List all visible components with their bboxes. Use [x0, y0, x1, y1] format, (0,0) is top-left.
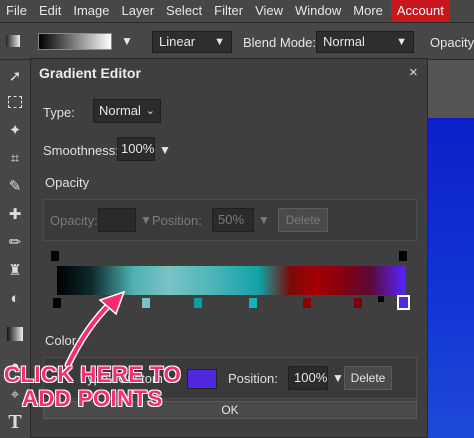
menu-image[interactable]: Image: [67, 0, 115, 22]
opacity-group: Opacity: ▼ Position: 50% ▼ Delete: [43, 199, 417, 241]
opacity-position-dropdown-icon[interactable]: ▼: [258, 213, 270, 227]
gradient-dropdown-icon[interactable]: ▼: [121, 34, 133, 48]
magic-wand-icon[interactable]: ✦: [3, 118, 27, 142]
gradient-preview[interactable]: [38, 33, 112, 50]
type-label: Type:: [43, 105, 75, 120]
stamp-tool-icon[interactable]: ♜: [3, 258, 27, 282]
menu-view[interactable]: View: [249, 0, 289, 22]
opacity-position-label: Position:: [152, 213, 202, 228]
color-stop-selected[interactable]: [397, 295, 410, 310]
menu-edit[interactable]: Edit: [33, 0, 67, 22]
blend-mode-select[interactable]: Normal ▼: [316, 31, 414, 53]
canvas-image-right: [428, 118, 474, 438]
color-stop[interactable]: [249, 298, 257, 308]
chevron-down-icon: ⌄: [145, 105, 155, 117]
gradient-tool-icon: [6, 35, 20, 47]
eyedropper-icon[interactable]: ✎: [3, 174, 27, 198]
color-position-dropdown-icon[interactable]: ▼: [332, 371, 344, 385]
color-stop[interactable]: [194, 298, 202, 308]
annotation-text-line2: ADD POINTS: [22, 386, 163, 411]
brush-tool-icon[interactable]: ✏: [3, 230, 27, 254]
smoothness-input[interactable]: 100%: [117, 137, 155, 161]
healing-tool-icon[interactable]: ✚: [3, 202, 27, 226]
opacity-section-label: Opacity: [45, 175, 90, 190]
chevron-down-icon: ▼: [396, 36, 407, 48]
opacity-stop-left[interactable]: [51, 251, 59, 261]
marquee-tool-icon[interactable]: [3, 90, 27, 114]
opacity-stop-input[interactable]: [98, 208, 136, 232]
type-value: Normal: [99, 103, 141, 118]
smoothness-label: Smoothness:: [43, 143, 119, 158]
menu-window[interactable]: Window: [289, 0, 347, 22]
color-position-label: Position:: [228, 371, 278, 386]
gradient-type-dropdown[interactable]: Normal ⌄: [93, 99, 161, 123]
blend-mode-label: Blend Mode:: [243, 35, 316, 50]
smoothness-value: 100%: [121, 141, 155, 156]
color-stop[interactable]: [303, 298, 311, 308]
opacity-dropdown-icon[interactable]: ▼: [140, 213, 152, 227]
opacity-position-input[interactable]: 50%: [212, 208, 254, 232]
move-tool-icon[interactable]: ➚: [3, 64, 27, 88]
opacity-stop-right[interactable]: [399, 251, 407, 261]
menu-layer[interactable]: Layer: [116, 0, 161, 22]
midpoint-marker[interactable]: [378, 296, 384, 302]
menu-select[interactable]: Select: [160, 0, 208, 22]
color-stop[interactable]: [53, 298, 61, 308]
annotation-text-line1: CLICK HERE TO: [4, 362, 182, 387]
gradient-tool-button[interactable]: [3, 322, 27, 346]
color-stop[interactable]: [142, 298, 150, 308]
tool-options-bar: ▼ Linear ▼ Blend Mode: Normal ▼ Opacity: [0, 22, 474, 60]
opacity-delete-button[interactable]: Delete: [278, 208, 328, 232]
smoothness-dropdown-icon[interactable]: ▼: [159, 143, 171, 157]
color-stop[interactable]: [354, 298, 362, 308]
color-position-input[interactable]: 100%: [288, 366, 328, 390]
gradient-type-value: Linear: [159, 34, 196, 49]
blend-mode-value: Normal: [323, 34, 365, 49]
opacity-label: Opacity: [430, 35, 474, 50]
gradient-bar[interactable]: [57, 266, 405, 295]
menu-filter[interactable]: Filter: [208, 0, 249, 22]
account-button[interactable]: Account: [390, 0, 450, 22]
eraser-tool-icon[interactable]: ◐: [3, 286, 27, 310]
close-icon[interactable]: ×: [409, 64, 418, 81]
menu-file[interactable]: File: [0, 0, 33, 22]
opacity-position-value: 50%: [218, 212, 245, 227]
crop-tool-icon[interactable]: ⌗: [3, 146, 27, 170]
menu-more[interactable]: More: [347, 0, 389, 22]
color-position-value: 100%: [294, 370, 328, 385]
text-tool-icon[interactable]: T: [3, 410, 27, 434]
gradient-type-select[interactable]: Linear ▼: [152, 31, 232, 53]
color-section-label: Color: [45, 333, 77, 348]
opacity-stop-label: Opacity:: [50, 213, 98, 228]
color-swatch[interactable]: [187, 369, 217, 389]
dialog-title: Gradient Editor: [39, 65, 141, 81]
color-delete-button[interactable]: Delete: [344, 366, 392, 390]
menu-bar: File Edit Image Layer Select Filter View…: [0, 0, 474, 22]
chevron-down-icon: ▼: [214, 36, 225, 48]
